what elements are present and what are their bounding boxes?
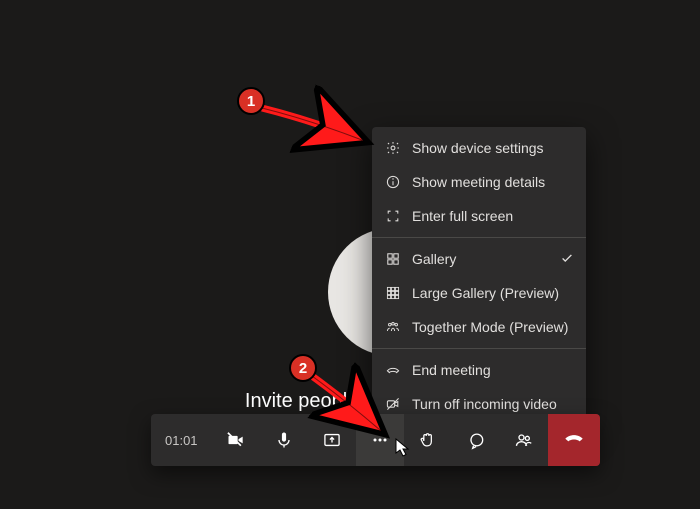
gear-icon [384, 139, 402, 157]
menu-item-label: Enter full screen [412, 208, 574, 224]
more-actions-menu: Show device settings Show meeting detail… [372, 127, 586, 425]
hangup-icon [563, 427, 585, 454]
camera-off-icon [226, 430, 246, 450]
annotation-badge-2: 2 [289, 354, 317, 382]
more-icon [370, 430, 390, 450]
microphone-icon [274, 430, 294, 450]
gallery-icon [384, 250, 402, 268]
menu-separator [372, 348, 586, 349]
raise-hand-button[interactable] [404, 414, 452, 466]
menu-item-label: Together Mode (Preview) [412, 319, 574, 335]
share-screen-icon [322, 430, 342, 450]
annotation-badge-1: 1 [237, 87, 265, 115]
call-duration: 01:01 [151, 414, 212, 466]
menu-item-label: Show meeting details [412, 174, 574, 190]
menu-item-label: End meeting [412, 362, 574, 378]
video-off-icon [384, 395, 402, 413]
menu-item-gallery[interactable]: Gallery [372, 242, 586, 276]
check-icon [560, 251, 574, 268]
menu-item-end-meeting[interactable]: End meeting [372, 353, 586, 387]
together-mode-icon [384, 318, 402, 336]
chat-icon [466, 430, 486, 450]
menu-separator [372, 237, 586, 238]
hangup-button[interactable] [548, 414, 600, 466]
more-actions-button[interactable] [356, 414, 404, 466]
menu-item-label: Gallery [412, 251, 550, 267]
meeting-toolbar: 01:01 [151, 414, 600, 466]
raise-hand-icon [418, 430, 438, 450]
chat-button[interactable] [452, 414, 500, 466]
info-icon [384, 173, 402, 191]
camera-button[interactable] [212, 414, 260, 466]
fullscreen-icon [384, 207, 402, 225]
large-gallery-icon [384, 284, 402, 302]
share-button[interactable] [308, 414, 356, 466]
menu-item-meeting-details[interactable]: Show meeting details [372, 165, 586, 199]
menu-item-label: Large Gallery (Preview) [412, 285, 574, 301]
end-call-icon [384, 361, 402, 379]
menu-item-large-gallery[interactable]: Large Gallery (Preview) [372, 276, 586, 310]
people-icon [514, 430, 534, 450]
menu-item-device-settings[interactable]: Show device settings [372, 131, 586, 165]
mic-button[interactable] [260, 414, 308, 466]
menu-item-full-screen[interactable]: Enter full screen [372, 199, 586, 233]
participants-button[interactable] [500, 414, 548, 466]
invite-text: Invite people to join you [0, 390, 700, 413]
menu-item-label: Turn off incoming video [412, 396, 574, 412]
menu-item-label: Show device settings [412, 140, 574, 156]
menu-item-together-mode[interactable]: Together Mode (Preview) [372, 310, 586, 344]
